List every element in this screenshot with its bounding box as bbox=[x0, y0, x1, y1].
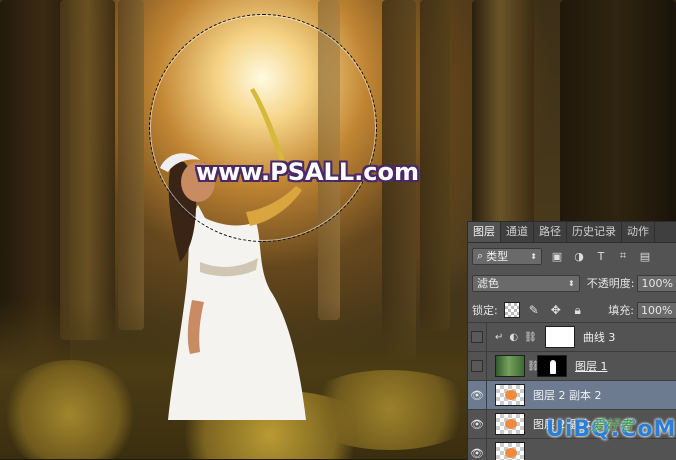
fill-input[interactable]: 100% bbox=[637, 302, 676, 319]
blend-mode-select[interactable]: 滤色 ⬍ bbox=[472, 275, 580, 292]
blend-row: 滤色 ⬍ 不透明度: 100% bbox=[468, 272, 676, 294]
panel-tabs: 图层 通道 路径 历史记录 动作 bbox=[468, 222, 676, 243]
layer-name[interactable]: 图层 2 副本 2 bbox=[533, 387, 602, 403]
clip-arrow-icon: ↵ bbox=[495, 332, 503, 343]
layer-row[interactable]: ⛓ 图层 1 bbox=[468, 351, 676, 380]
layer-thumbnail[interactable] bbox=[495, 355, 525, 377]
eye-icon[interactable]: 👁︎ bbox=[468, 381, 487, 410]
search-icon: ⌕ bbox=[477, 249, 483, 263]
tab-channels[interactable]: 通道 bbox=[501, 222, 534, 242]
tab-layers[interactable]: 图层 bbox=[468, 222, 501, 242]
lock-transparent-pixels-icon[interactable] bbox=[504, 302, 520, 318]
opacity-label: 不透明度: bbox=[587, 275, 635, 291]
layer-row[interactable]: ↵ ◐ ⛓ 曲线 3 bbox=[468, 322, 676, 351]
lock-all-icon[interactable]: 🔒︎ bbox=[570, 302, 586, 318]
layer-thumbnail[interactable] bbox=[495, 384, 525, 406]
chain-link-icon: ⛓ bbox=[527, 361, 537, 372]
layer-thumbnail[interactable] bbox=[495, 413, 525, 435]
layer-name[interactable]: 曲线 3 bbox=[583, 329, 616, 345]
layer-filter-row: ⌕ 类型 ⬍ ▣ ◑ T ⌗ ▤ bbox=[468, 245, 676, 267]
lock-position-icon[interactable]: ✥ bbox=[548, 302, 564, 318]
layer-mask-thumbnail[interactable] bbox=[545, 326, 575, 348]
filter-smartobject-icon[interactable]: ▤ bbox=[638, 249, 652, 263]
filter-type-value: 类型 bbox=[486, 248, 508, 264]
visibility-toggle[interactable] bbox=[468, 323, 487, 352]
filter-shape-icon[interactable]: ⌗ bbox=[616, 249, 630, 263]
tab-paths[interactable]: 路径 bbox=[534, 222, 567, 242]
clip-indicator: ↵ ◐ ⛓ bbox=[495, 332, 543, 343]
layer-row-selected[interactable]: 👁︎ 图层 2 副本 2 bbox=[468, 380, 676, 409]
filter-adjustment-icon[interactable]: ◑ bbox=[572, 249, 586, 263]
adjustment-icon: ◐ bbox=[509, 332, 518, 343]
chevron-updown-icon: ⬍ bbox=[530, 252, 537, 261]
fill-group: 填充: 100% bbox=[608, 302, 676, 319]
visibility-toggle[interactable] bbox=[468, 352, 487, 381]
blend-mode-value: 滤色 bbox=[477, 275, 499, 291]
eye-icon[interactable]: 👁︎ bbox=[468, 439, 487, 460]
fill-label: 填充: bbox=[608, 302, 634, 318]
elliptical-selection-marquee[interactable] bbox=[149, 14, 377, 242]
layer-name[interactable]: 图层 1 bbox=[575, 358, 608, 374]
chain-link-icon: ⛓ bbox=[524, 332, 537, 343]
eye-icon[interactable]: 👁︎ bbox=[468, 410, 487, 439]
site-logo-subtitle: 爱好者 bbox=[591, 415, 633, 435]
chevron-updown-icon: ⬍ bbox=[568, 279, 575, 288]
lock-image-pixels-icon[interactable]: ✎ bbox=[526, 302, 542, 318]
opacity-input[interactable]: 100% bbox=[637, 275, 676, 292]
layer-mask-thumbnail[interactable] bbox=[537, 355, 567, 377]
filter-pixel-icon[interactable]: ▣ bbox=[550, 249, 564, 263]
tab-history[interactable]: 历史记录 bbox=[567, 222, 622, 242]
tab-actions[interactable]: 动作 bbox=[622, 222, 655, 242]
site-watermark: www.PSALL.com bbox=[196, 158, 419, 186]
filter-type-select[interactable]: ⌕ 类型 ⬍ bbox=[472, 248, 542, 265]
layer-thumbnail[interactable] bbox=[495, 442, 525, 460]
filter-type-icon[interactable]: T bbox=[594, 249, 608, 263]
lock-row: 锁定: ✎ ✥ 🔒︎ 填充: 100% bbox=[468, 299, 676, 321]
lock-label: 锁定: bbox=[472, 302, 498, 318]
